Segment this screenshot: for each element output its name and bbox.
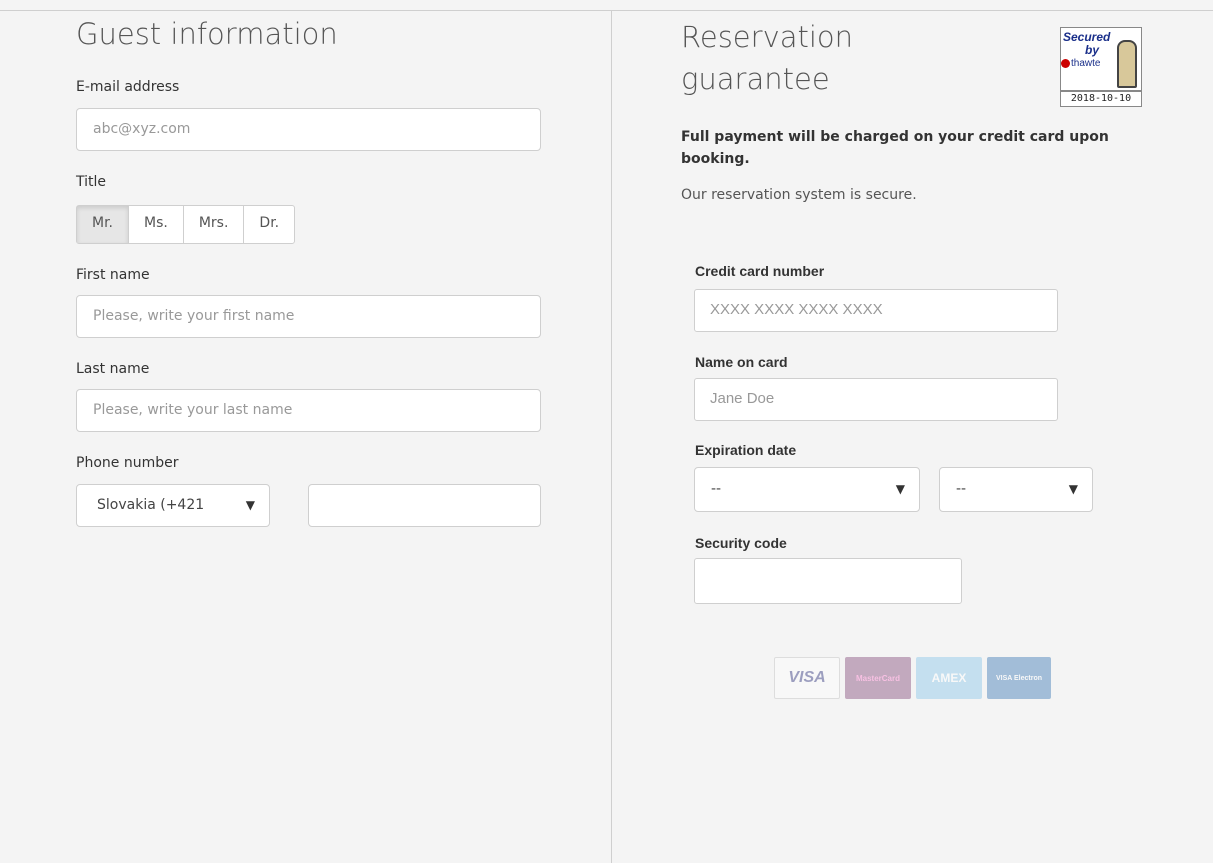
accepted-cards: VISA MasterCard AMEX VISA Electron [774,657,1051,699]
credit-card-label: Credit card number [695,263,825,279]
reservation-guarantee-heading: Reservation guarantee [681,20,854,96]
security-code-field[interactable] [694,558,962,604]
email-label: E-mail address [76,79,180,95]
name-on-card-label: Name on card [695,354,788,370]
amex-card-icon: AMEX [916,657,982,699]
security-code-label: Security code [695,535,787,551]
title-label: Title [76,174,107,190]
last-name-label: Last name [76,361,150,377]
last-name-field[interactable]: Please, write your last name [76,389,541,432]
thawte-security-seal[interactable]: Secured by thawte 2018-10-10 [1060,27,1142,107]
caret-down-icon: ▼ [245,498,255,512]
name-on-card-field[interactable]: Jane Doe [694,378,1058,421]
credit-card-number-field[interactable]: XXXX XXXX XXXX XXXX [694,289,1058,332]
expiration-month-value: -- [711,481,722,497]
phone-country-value: Slovakia (+421 [97,497,205,513]
guest-information-heading: Guest information [76,17,338,51]
expiration-month-select[interactable]: -- ▼ [694,467,920,512]
title-dr-button[interactable]: Dr. [243,206,294,243]
expiration-date-label: Expiration date [695,442,797,458]
visa-card-icon: VISA [774,657,840,699]
thawte-logo-icon [1061,59,1070,68]
phone-country-select[interactable]: Slovakia (+421 ▼ [76,484,270,527]
title-mr-button[interactable]: Mr. [77,206,128,243]
seal-date: 2018-10-10 [1060,91,1142,107]
expiration-year-select[interactable]: -- ▼ [939,467,1093,512]
phone-label: Phone number [76,455,179,471]
email-field[interactable]: abc@xyz.com [76,108,541,151]
security-note: Our reservation system is secure. [681,187,917,203]
seal-badge: Secured by thawte [1060,27,1142,91]
first-name-field[interactable]: Please, write your first name [76,295,541,338]
padlock-icon [1117,40,1137,88]
expiration-year-value: -- [956,481,967,497]
top-border [0,10,1213,11]
visa-electron-card-icon: VISA Electron [987,657,1051,699]
phone-number-field[interactable] [308,484,541,527]
seal-brand-text: thawte [1071,58,1101,69]
caret-down-icon: ▼ [895,482,905,496]
mastercard-card-icon: MasterCard [845,657,911,699]
payment-note: Full payment will be charged on your cre… [681,129,1109,167]
first-name-label: First name [76,267,150,283]
seal-by-text: by [1085,43,1100,57]
title-button-group: Mr. Ms. Mrs. Dr. [76,205,296,244]
title-mrs-button[interactable]: Mrs. [182,206,244,243]
title-ms-button[interactable]: Ms. [128,206,183,243]
seal-secured-text: Secured [1063,30,1111,44]
caret-down-icon: ▼ [1068,482,1078,496]
column-divider [611,10,612,863]
